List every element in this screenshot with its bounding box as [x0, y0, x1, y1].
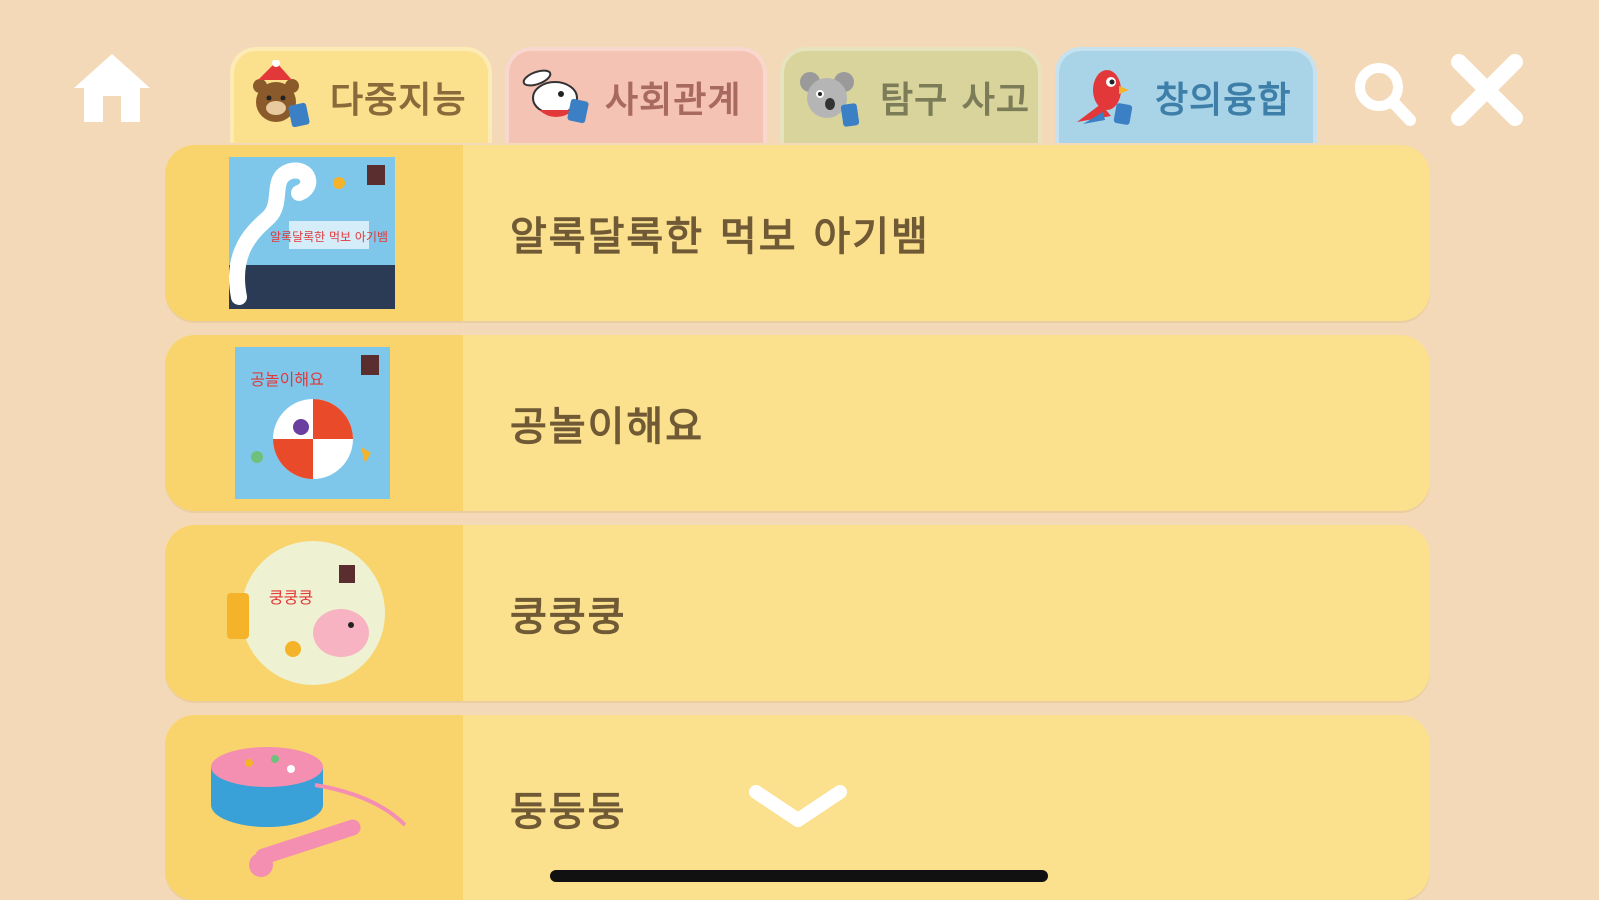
close-button[interactable] [1447, 50, 1527, 130]
book-title: 공놀이해요 [510, 404, 704, 450]
koala-mascot-icon [800, 72, 860, 127]
bear-mascot-icon [253, 60, 310, 128]
tab-label: 사회관계 [605, 80, 742, 121]
thumbnail-area [165, 715, 469, 900]
thumbnail-area: 알록달록한 먹보 아기뱀 [165, 145, 469, 321]
tab-label: 탐구 사고 [880, 80, 1031, 121]
cover-title: 쿵쿵쿵 [269, 588, 313, 607]
cover-title: 알록달록한 먹보 아기뱀 [270, 230, 388, 244]
tab-social-relations[interactable]: 사회관계 [505, 47, 767, 143]
list-item[interactable]: 쿵쿵쿵 쿵쿵쿵 [165, 525, 1430, 701]
book-title: 쿵쿵쿵 [510, 594, 627, 640]
list-item[interactable]: 알록달록한 먹보 아기뱀 알록달록한 먹보 아기뱀 [165, 145, 1430, 321]
thumbnail-area: 공놀이해요 [165, 335, 469, 511]
tab-inquiry-thinking[interactable]: 탐구 사고 [780, 47, 1042, 143]
home-indicator[interactable] [550, 870, 1048, 882]
search-button[interactable] [1350, 58, 1420, 130]
tab-creative-fusion[interactable]: 창의융합 [1055, 47, 1317, 143]
cover-title: 공놀이해요 [250, 370, 324, 389]
home-icon [74, 54, 150, 122]
book-cover-image: 알록달록한 먹보 아기뱀 [229, 157, 395, 309]
book-cover-image: 쿵쿵쿵 [227, 541, 385, 685]
thumbnail-area: 쿵쿵쿵 [165, 525, 469, 701]
parrot-mascot-icon [1077, 70, 1133, 125]
scroll-down-button[interactable] [748, 782, 848, 832]
chevron-down-icon [749, 785, 847, 827]
rabbit-mascot-icon [522, 69, 589, 124]
category-tabs: 다중지능 사회관계 탐구 사고 창의융합 [230, 47, 1330, 143]
list-item[interactable]: 공놀이해요 공놀이해요 [165, 335, 1430, 511]
tab-label: 다중지능 [330, 80, 467, 121]
app-screen: 다중지능 사회관계 탐구 사고 창의융합 알록달록한 먹보 아기뱀 알록달록한 … [0, 0, 1599, 900]
drum-toy-image [211, 747, 407, 877]
book-cover-image: 공놀이해요 [235, 347, 390, 499]
home-button[interactable] [70, 50, 154, 126]
tab-label: 창의융합 [1155, 80, 1292, 121]
book-title: 알록달록한 먹보 아기뱀 [510, 214, 930, 260]
search-icon [1355, 63, 1416, 126]
close-icon [1451, 54, 1523, 126]
tab-multiple-intelligence[interactable]: 다중지능 [230, 47, 492, 143]
